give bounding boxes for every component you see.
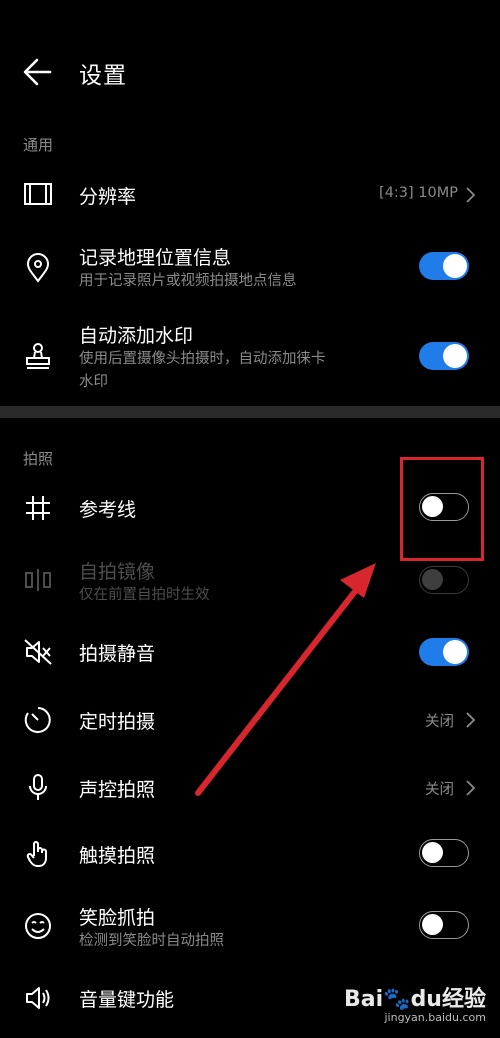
header-bar: 设置 [0, 40, 500, 104]
touch-toggle[interactable] [419, 839, 469, 867]
mirror-toggle [419, 566, 469, 594]
section-label-general: 通用 [23, 136, 54, 154]
setting-description: 检测到笑脸时自动拍照 [79, 933, 224, 949]
paw-icon: 🐾 [383, 987, 411, 1012]
mirror-icon [25, 569, 51, 591]
toggle-knob [422, 914, 443, 935]
setting-label: 分辨率 [79, 186, 137, 208]
page-title: 设置 [79, 63, 127, 89]
touch-hand-icon [26, 841, 47, 867]
setting-watermark[interactable]: 自动添加水印 使用后置摄像头拍摄时，自动添加徕卡 水印 [0, 318, 500, 398]
microphone-icon [29, 774, 47, 800]
toggle-knob [443, 254, 467, 278]
toggle-knob [422, 569, 443, 590]
grid-hash-icon [26, 496, 50, 520]
back-arrow-icon[interactable] [20, 54, 56, 90]
setting-description-line1: 使用后置摄像头拍摄时，自动添加徕卡 [79, 351, 326, 367]
toggle-knob [443, 640, 467, 664]
setting-smile[interactable]: 笑脸抓拍 检测到笑脸时自动拍照 [0, 900, 500, 956]
location-pin-icon [26, 253, 50, 283]
watermark-brand-a: Bai [344, 987, 384, 1012]
toggle-knob [422, 842, 443, 863]
baidu-jingyan-watermark: Bai🐾du经验 jingyan.baidu.com [344, 981, 486, 1024]
chevron-right-icon [466, 712, 476, 728]
annotation-highlight-box [400, 457, 484, 561]
setting-label: 记录地理位置信息 [79, 247, 232, 269]
mute-toggle[interactable] [419, 638, 469, 666]
section-divider [0, 406, 500, 418]
setting-label: 拍摄静音 [79, 643, 156, 665]
setting-label: 自拍镜像 [79, 561, 156, 583]
stamp-icon [26, 343, 50, 369]
toggle-knob [443, 344, 467, 368]
smile-face-icon [25, 913, 51, 939]
setting-mirror: 自拍镜像 仅在前置自拍时生效 [0, 554, 500, 610]
watermark-brand: Bai🐾du经验 [344, 981, 486, 1013]
section-label-photo: 拍照 [23, 450, 54, 468]
chevron-right-icon [466, 780, 476, 796]
setting-location[interactable]: 记录地理位置信息 用于记录照片或视频拍摄地点信息 [0, 240, 500, 296]
setting-timer[interactable]: 定时拍摄 关闭 [0, 694, 500, 746]
film-frame-icon [24, 183, 52, 205]
setting-label: 音量键功能 [79, 989, 175, 1011]
setting-description: 用于记录照片或视频拍摄地点信息 [79, 273, 297, 289]
setting-touch[interactable]: 触摸拍照 [0, 828, 500, 880]
setting-label: 触摸拍照 [79, 845, 156, 867]
setting-resolution[interactable]: 分辨率 [4:3] 10MP [0, 168, 500, 222]
setting-value: 关闭 [425, 782, 454, 798]
location-toggle[interactable] [419, 252, 469, 280]
smile-toggle[interactable] [419, 911, 469, 939]
chevron-right-icon [466, 187, 476, 203]
setting-mute[interactable]: 拍摄静音 [0, 626, 500, 678]
watermark-brand-c: 经验 [441, 987, 486, 1012]
setting-description: 仅在前置自拍时生效 [79, 587, 210, 603]
setting-label: 声控拍照 [79, 779, 156, 801]
watermark-toggle[interactable] [419, 342, 469, 370]
timer-icon [24, 707, 51, 733]
speaker-icon [26, 987, 50, 1009]
setting-label: 定时拍摄 [79, 711, 156, 733]
speaker-muted-icon [24, 639, 52, 665]
setting-voice[interactable]: 声控拍照 关闭 [0, 762, 500, 814]
setting-label: 参考线 [79, 499, 137, 521]
setting-label: 笑脸抓拍 [79, 907, 156, 929]
setting-value: 关闭 [425, 714, 454, 730]
watermark-brand-b: du [410, 987, 442, 1012]
setting-description-line2: 水印 [79, 374, 108, 390]
setting-label: 自动添加水印 [79, 325, 194, 347]
setting-value: [4:3] 10MP [379, 185, 458, 201]
